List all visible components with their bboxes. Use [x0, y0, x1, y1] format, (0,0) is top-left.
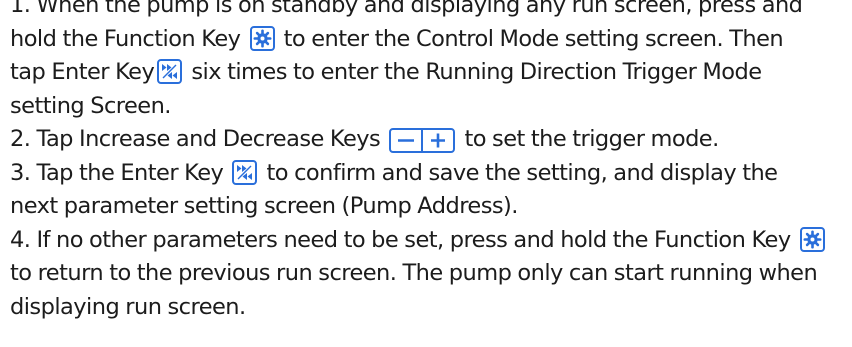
step-4-line-3: displaying run screen.	[10, 291, 848, 325]
function-key-gear-icon	[799, 226, 825, 252]
minus-icon	[391, 130, 421, 151]
step-1-text-2a: hold the Function Key	[10, 25, 241, 52]
step-3-text-1b: to confirm and save the setting, and dis…	[266, 159, 779, 186]
step-3-text-1a: 3. Tap the Enter Key	[10, 159, 224, 186]
step-1-line-3: tap Enter Key six times to enter the Run…	[10, 56, 848, 90]
step-3-line-1: 3. Tap the Enter Key to confirm and save…	[10, 157, 848, 191]
step-4-line-2: to return to the previous run screen. Th…	[10, 257, 848, 291]
function-key-gear-icon	[249, 25, 275, 51]
increase-decrease-keys	[389, 128, 456, 153]
step-1-text-3b: six times to enter the Running Direction…	[191, 59, 762, 85]
step-2-text-1a: 2. Tap Increase and Decrease Keys	[10, 126, 381, 152]
step-4-text-2: to return to the previous run screen. Th…	[10, 260, 818, 286]
step-1-text-4: setting Screen.	[10, 92, 171, 119]
step-1-line-4: setting Screen.	[10, 90, 848, 124]
step-1-text-3a: tap Enter Key	[10, 59, 155, 85]
plus-icon	[421, 130, 453, 151]
enter-key-arrows-icon	[232, 159, 258, 185]
step-1-line-1: 1. When the pump is on standby and displ…	[10, 0, 848, 23]
enter-key-arrows-icon	[157, 59, 183, 84]
step-1-line-2: hold the Function Key to enter the Contr…	[10, 23, 848, 57]
instruction-text: 1. When the pump is on standby and displ…	[10, 0, 848, 324]
step-4-text-3: displaying run screen.	[10, 293, 246, 320]
step-4-line-1: 4. If no other parameters need to be set…	[10, 224, 848, 258]
step-3-text-2: next parameter setting screen (Pump Addr…	[10, 193, 518, 219]
step-1-text-2b: to enter the Control Mode setting screen…	[283, 25, 784, 52]
step-4-text-1: 4. If no other parameters need to be set…	[10, 226, 791, 253]
step-2-text-1b: to set the trigger mode.	[464, 126, 719, 152]
step-3-line-2: next parameter setting screen (Pump Addr…	[10, 190, 848, 224]
step-2-line-1: 2. Tap Increase and Decrease Keys to set…	[10, 123, 848, 157]
step-1-text-1: 1. When the pump is on standby and displ…	[10, 0, 803, 18]
